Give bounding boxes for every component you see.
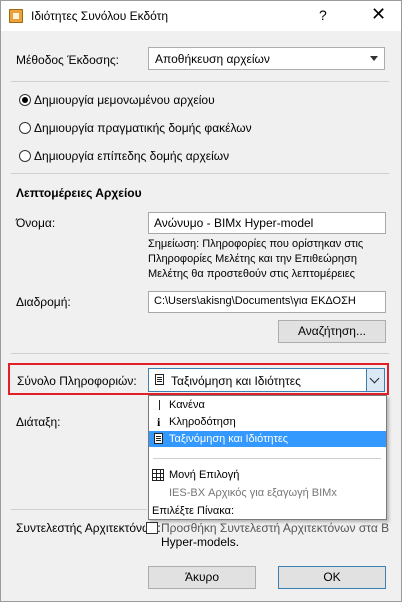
architect-label: Συντελεστής Αρχιτεκτόνων: — [16, 521, 161, 535]
dropdown-item-ies[interactable]: IES-BX Αρχικός για εξαγωγή BIMx — [149, 485, 386, 501]
info-set-select[interactable]: Ταξινόμηση και Ιδιότητες — [148, 368, 385, 392]
dialog-window: Ιδιότητες Συνόλου Εκδότη ? ✕ Μέθοδος Έκδ… — [0, 0, 402, 602]
help-button[interactable]: ? — [319, 7, 327, 23]
list-icon — [154, 433, 163, 444]
divider — [11, 353, 389, 354]
dropdown-item-single-choice[interactable]: Μονή Επιλογή — [149, 467, 386, 483]
info-set-dropdown-list: Κανένα i Κληροδότηση Ταξινόμηση και Ιδιό… — [148, 395, 387, 520]
path-label: Διαδρομή: — [16, 295, 71, 309]
name-label: Όνομα: — [16, 216, 56, 230]
radio-flat-structure[interactable] — [19, 150, 31, 162]
divider — [11, 81, 389, 82]
radio-flat-structure-label[interactable]: Δημιουργία επίπεδης δομής αρχείων — [34, 149, 229, 163]
dropdown-arrow-icon[interactable] — [366, 369, 384, 391]
list-icon — [155, 374, 164, 385]
title-bar[interactable]: Ιδιότητες Συνόλου Εκδότη ? ✕ — [1, 1, 401, 31]
dropdown-item-none[interactable]: Κανένα — [149, 397, 386, 413]
radio-single-file[interactable] — [19, 94, 31, 106]
info-set-value: Ταξινόμηση και Ιδιότητες — [171, 374, 301, 388]
architect-checkbox-label-line2: Hyper-models. — [161, 535, 240, 549]
cancel-button[interactable]: Άκυρο — [148, 566, 256, 589]
dropdown-item-classification[interactable]: Ταξινόμηση και Ιδιότητες — [149, 431, 386, 447]
architect-checkbox[interactable] — [146, 522, 158, 534]
chevron-down-icon — [370, 56, 378, 61]
path-input[interactable]: C:\Users\akisng\Documents\για ΕΚΔΟΣΗ — [148, 291, 386, 313]
app-icon — [9, 9, 23, 23]
method-value: Αποθήκευση αρχείων — [155, 52, 270, 66]
info-set-label: Σύνολο Πληροφοριών: — [17, 374, 137, 388]
browse-button[interactable]: Αναζήτηση... — [278, 320, 386, 343]
close-button[interactable]: ✕ — [371, 4, 386, 25]
pipe-icon — [159, 400, 160, 410]
name-input[interactable]: Ανώνυμο - BIMx Hyper-model — [148, 212, 386, 234]
info-icon: i — [157, 415, 161, 429]
ok-button[interactable]: OK — [278, 566, 386, 589]
method-label: Μέθοδος Έκδοσης: — [16, 53, 119, 67]
radio-real-folders-label[interactable]: Δημιουργία πραγματικής δομής φακέλων — [34, 121, 252, 135]
details-note: Σημείωση: Πληροφορίες που ορίστηκαν στις… — [148, 238, 364, 280]
divider — [11, 509, 147, 510]
dropdown-choose-tables[interactable]: Επιλέξτε Πίνακα: — [149, 503, 386, 519]
method-select[interactable]: Αποθήκευση αρχείων — [148, 47, 385, 70]
radio-real-folders[interactable] — [19, 122, 31, 134]
file-details-heading: Λεπτομέρειες Αρχείου — [16, 186, 142, 200]
divider — [153, 458, 381, 459]
layout-label: Διάταξη: — [16, 415, 61, 429]
architect-checkbox-label[interactable]: Προσθήκη Συντελεστή Αρχιτεκτόνων στα BIM… — [161, 521, 389, 535]
dropdown-item-legacy[interactable]: i Κληροδότηση — [149, 414, 386, 430]
window-title: Ιδιότητες Συνόλου Εκδότη — [31, 9, 169, 23]
grid-icon — [152, 469, 164, 481]
radio-single-file-label[interactable]: Δημιουργία μεμονωμένου αρχείου — [34, 93, 215, 107]
divider — [11, 173, 389, 174]
